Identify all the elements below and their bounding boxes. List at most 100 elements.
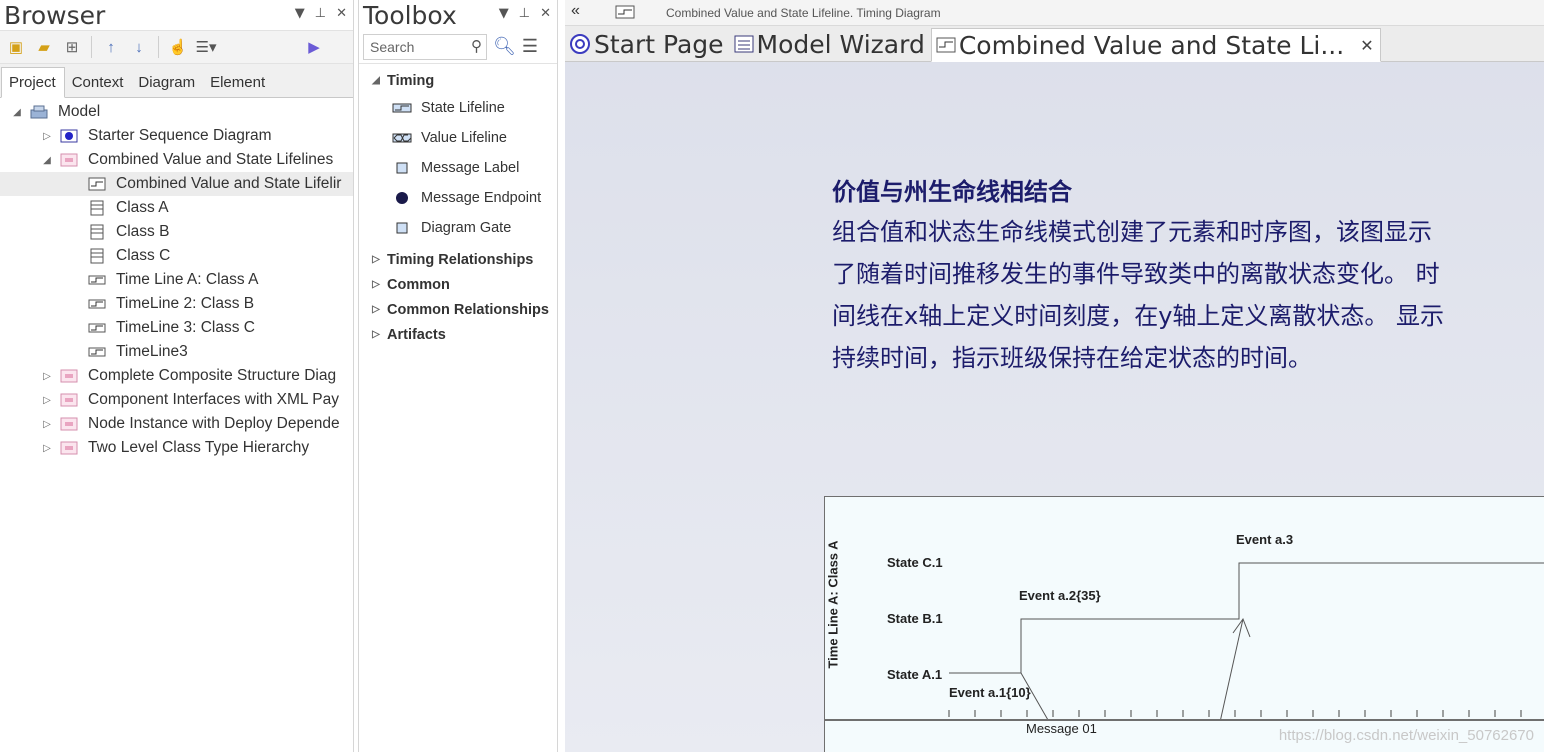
expand-icon[interactable]: ▷ [40, 131, 54, 142]
close-tab-icon[interactable]: ✕ [1360, 36, 1373, 55]
tree-item-class-c[interactable]: Class C [0, 244, 353, 268]
app-window: Browser ▼ ⊥ ✕ ▣ ▰ ⊞ ↑ ↓ ☝ ☰▾ ▶ Project C… [0, 0, 1544, 752]
toolbox-section-timing-relationships[interactable]: ▷ Timing Relationships [359, 247, 557, 272]
state-label: State A.1 [887, 667, 943, 682]
toolbox-item-message-endpoint[interactable]: Message Endpoint [359, 183, 557, 213]
tab-context[interactable]: Context [65, 68, 132, 97]
dropdown-icon[interactable]: ▼ [499, 6, 509, 21]
tab-start-page[interactable]: Start Page [565, 27, 730, 61]
tree-item-class-a[interactable]: Class A [0, 196, 353, 220]
expand-icon[interactable]: ▷ [369, 254, 383, 265]
tree-item-timeline3[interactable]: TimeLine3 [0, 340, 353, 364]
browser-tabs: Project Context Diagram Element [0, 64, 353, 98]
tree-item-class-b[interactable]: Class B [0, 220, 353, 244]
toolbox-search-row: Search ⚲ 🔍︎ ☰ [359, 30, 557, 64]
tree-item-node-instance[interactable]: ▷ Node Instance with Deploy Depende [0, 412, 353, 436]
toolbar-divider [91, 36, 92, 58]
collapse-icon[interactable]: ◢ [40, 155, 54, 166]
start-page-icon [569, 34, 591, 54]
tab-label: Start Page [594, 29, 724, 59]
timeline-icon [88, 321, 106, 335]
new-package-icon[interactable]: ▣ [4, 35, 28, 59]
class-icon [88, 200, 106, 216]
timing-diagram-icon [936, 37, 956, 53]
message-label[interactable]: Message 01 [1024, 721, 1099, 736]
toolbox-section-timing[interactable]: ◢ Timing [359, 68, 557, 93]
tree-item-timing-diagram[interactable]: Combined Value and State Lifelir [0, 172, 353, 196]
tree-item-label: Complete Composite Structure Diag [88, 367, 337, 384]
menu-icon[interactable]: ☰ [522, 36, 538, 57]
package-icon [60, 417, 78, 431]
tree-item-model[interactable]: ◢ Model [0, 100, 353, 124]
toolbox-item-value-lifeline[interactable]: Value Lifeline [359, 123, 557, 153]
pin-icon[interactable]: ⊥ [315, 6, 326, 21]
toolbox-section-common[interactable]: ▷ Common [359, 272, 557, 297]
close-icon[interactable]: ✕ [540, 6, 551, 21]
find-icon[interactable]: 🔍︎ [493, 36, 516, 57]
tree-item-class-hierarchy[interactable]: ▷ Two Level Class Type Hierarchy [0, 436, 353, 460]
move-down-icon[interactable]: ↓ [127, 35, 151, 59]
tab-combined-value-state[interactable]: Combined Value and State Li... ✕ [930, 28, 1381, 62]
tree-item-timeline-3[interactable]: TimeLine 3: Class C [0, 316, 353, 340]
document-tabs: Start Page Model Wizard Combined Value a… [565, 26, 1544, 62]
pin-icon[interactable]: ⊥ [519, 6, 530, 21]
package-icon [60, 153, 78, 167]
collapse-panels-icon[interactable]: « [571, 2, 580, 20]
tree-item-timeline-a[interactable]: Time Line A: Class A [0, 268, 353, 292]
expand-icon[interactable]: ▷ [40, 395, 54, 406]
toolbox-search-input[interactable]: Search ⚲ [363, 33, 487, 60]
section-label: Common Relationships [387, 301, 549, 318]
class-icon [88, 248, 106, 264]
close-icon[interactable]: ✕ [336, 6, 347, 21]
expand-icon[interactable]: ▷ [369, 279, 383, 290]
tree-item-component-interfaces[interactable]: ▷ Component Interfaces with XML Pay [0, 388, 353, 412]
expand-icon[interactable]: ▷ [40, 443, 54, 454]
toolbox-item-message-label[interactable]: Message Label [359, 153, 557, 183]
tree-item-label: Class A [116, 199, 169, 216]
package-icon [60, 393, 78, 407]
tab-element[interactable]: Element [203, 68, 273, 97]
search-placeholder: Search [370, 38, 415, 55]
model-icon [30, 105, 48, 119]
diagram-header: « Combined Value and State Lifeline. Tim… [565, 0, 1544, 26]
toolbox-section-common-relationships[interactable]: ▷ Common Relationships [359, 297, 557, 322]
locate-icon[interactable]: ☝ [166, 35, 190, 59]
expand-icon[interactable]: ▷ [369, 304, 383, 315]
expand-icon[interactable]: ▷ [369, 329, 383, 340]
sequence-diagram-icon [60, 129, 78, 143]
collapse-icon[interactable]: ◢ [369, 75, 383, 86]
tree-item-timeline-2[interactable]: TimeLine 2: Class B [0, 292, 353, 316]
tree-item-label: Combined Value and State Lifelines [88, 151, 334, 168]
tab-project[interactable]: Project [1, 67, 65, 98]
timeline-icon [88, 273, 106, 287]
expand-icon[interactable]: ▷ [40, 419, 54, 430]
diagram-canvas[interactable]: 价值与州生命线相结合 组合值和状态生命线模式创建了元素和时序图，该图显示了随着时… [565, 62, 1544, 752]
toolbox-header: Toolbox ▼ ⊥ ✕ [359, 0, 557, 30]
collapse-icon[interactable]: ◢ [10, 107, 24, 118]
expand-icon[interactable]: ▷ [40, 371, 54, 382]
tree-item-starter-sequence[interactable]: ▷ Starter Sequence Diagram [0, 124, 353, 148]
browser-header: Browser ▼ ⊥ ✕ [0, 0, 353, 30]
tree-item-label: Two Level Class Type Hierarchy [88, 439, 310, 456]
move-up-icon[interactable]: ↑ [99, 35, 123, 59]
dropdown-icon[interactable]: ▼ [295, 6, 305, 21]
tab-diagram[interactable]: Diagram [131, 68, 203, 97]
toolbox-item-state-lifeline[interactable]: State Lifeline [359, 93, 557, 123]
diagram-path: Combined Value and State Lifeline. Timin… [666, 6, 941, 20]
tree-item-label: Model [58, 103, 101, 120]
tree-item-combined-lifelines[interactable]: ◢ Combined Value and State Lifelines [0, 148, 353, 172]
expand-right-icon[interactable]: ▶ [302, 35, 326, 59]
tab-label: Model Wizard [756, 29, 925, 59]
tree-item-label: Class C [116, 247, 171, 264]
note-body: 组合值和状态生命线模式创建了元素和时序图，该图显示了随着时间推移发生的事件导致类… [832, 218, 1445, 372]
tab-model-wizard[interactable]: Model Wizard [730, 27, 931, 61]
hierarchy-icon[interactable]: ⊞ [60, 35, 84, 59]
menu-icon[interactable]: ☰▾ [194, 35, 218, 59]
search-icon[interactable]: ⚲ [471, 37, 482, 55]
toolbox-section-artifacts[interactable]: ▷ Artifacts [359, 322, 557, 347]
toolbox-item-diagram-gate[interactable]: Diagram Gate [359, 213, 557, 243]
diagram-note[interactable]: 价值与州生命线相结合 组合值和状态生命线模式创建了元素和时序图，该图显示了随着时… [832, 172, 1452, 379]
tree-item-composite-structure[interactable]: ▷ Complete Composite Structure Diag [0, 364, 353, 388]
timing-lifeline-frame[interactable]: Time Line A: Class A State C.1 State B.1… [824, 496, 1544, 752]
folder-icon[interactable]: ▰ [32, 35, 56, 59]
